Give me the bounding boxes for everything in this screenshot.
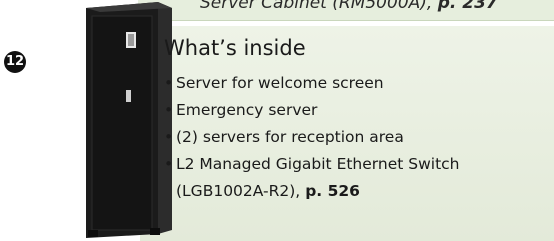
product-caption: Server Cabinet (RM5000A), p. 237 — [200, 0, 498, 13]
list-item: • L2 Managed Gigabit Ethernet Switch — [164, 151, 460, 178]
callout-number-badge: 12 — [4, 51, 26, 73]
list-item-continuation: (LGB1002A-R2), p. 526 — [164, 178, 460, 205]
list-item-text: L2 Managed Gigabit Ethernet Switch — [176, 155, 460, 173]
bullet-icon: • — [164, 74, 174, 92]
list-item: • (2) servers for reception area — [164, 124, 460, 151]
caption-page-ref: p. 237 — [437, 0, 498, 13]
caption-label: Server Cabinet (RM5000A), — [200, 0, 433, 13]
bullet-icon: • — [164, 155, 174, 173]
bullet-icon: • — [164, 101, 174, 119]
list-item-text: Emergency server — [176, 101, 318, 119]
model-number: (LGB1002A-R2), — [176, 182, 301, 200]
list-item: • Emergency server — [164, 97, 460, 124]
whats-inside-list: • Server for welcome screen • Emergency se… — [164, 70, 460, 205]
server-cabinet-image — [86, 2, 172, 238]
item-page-ref: p. 526 — [305, 182, 360, 200]
list-item-text: (2) servers for reception area — [176, 128, 404, 146]
caption-bar: Server Cabinet (RM5000A), p. 237 — [138, 0, 554, 21]
list-item-text: Server for welcome screen — [176, 74, 384, 92]
list-item: • Server for welcome screen — [164, 70, 460, 97]
bullet-icon: • — [164, 128, 174, 146]
whats-inside-heading: What’s inside — [164, 36, 306, 60]
